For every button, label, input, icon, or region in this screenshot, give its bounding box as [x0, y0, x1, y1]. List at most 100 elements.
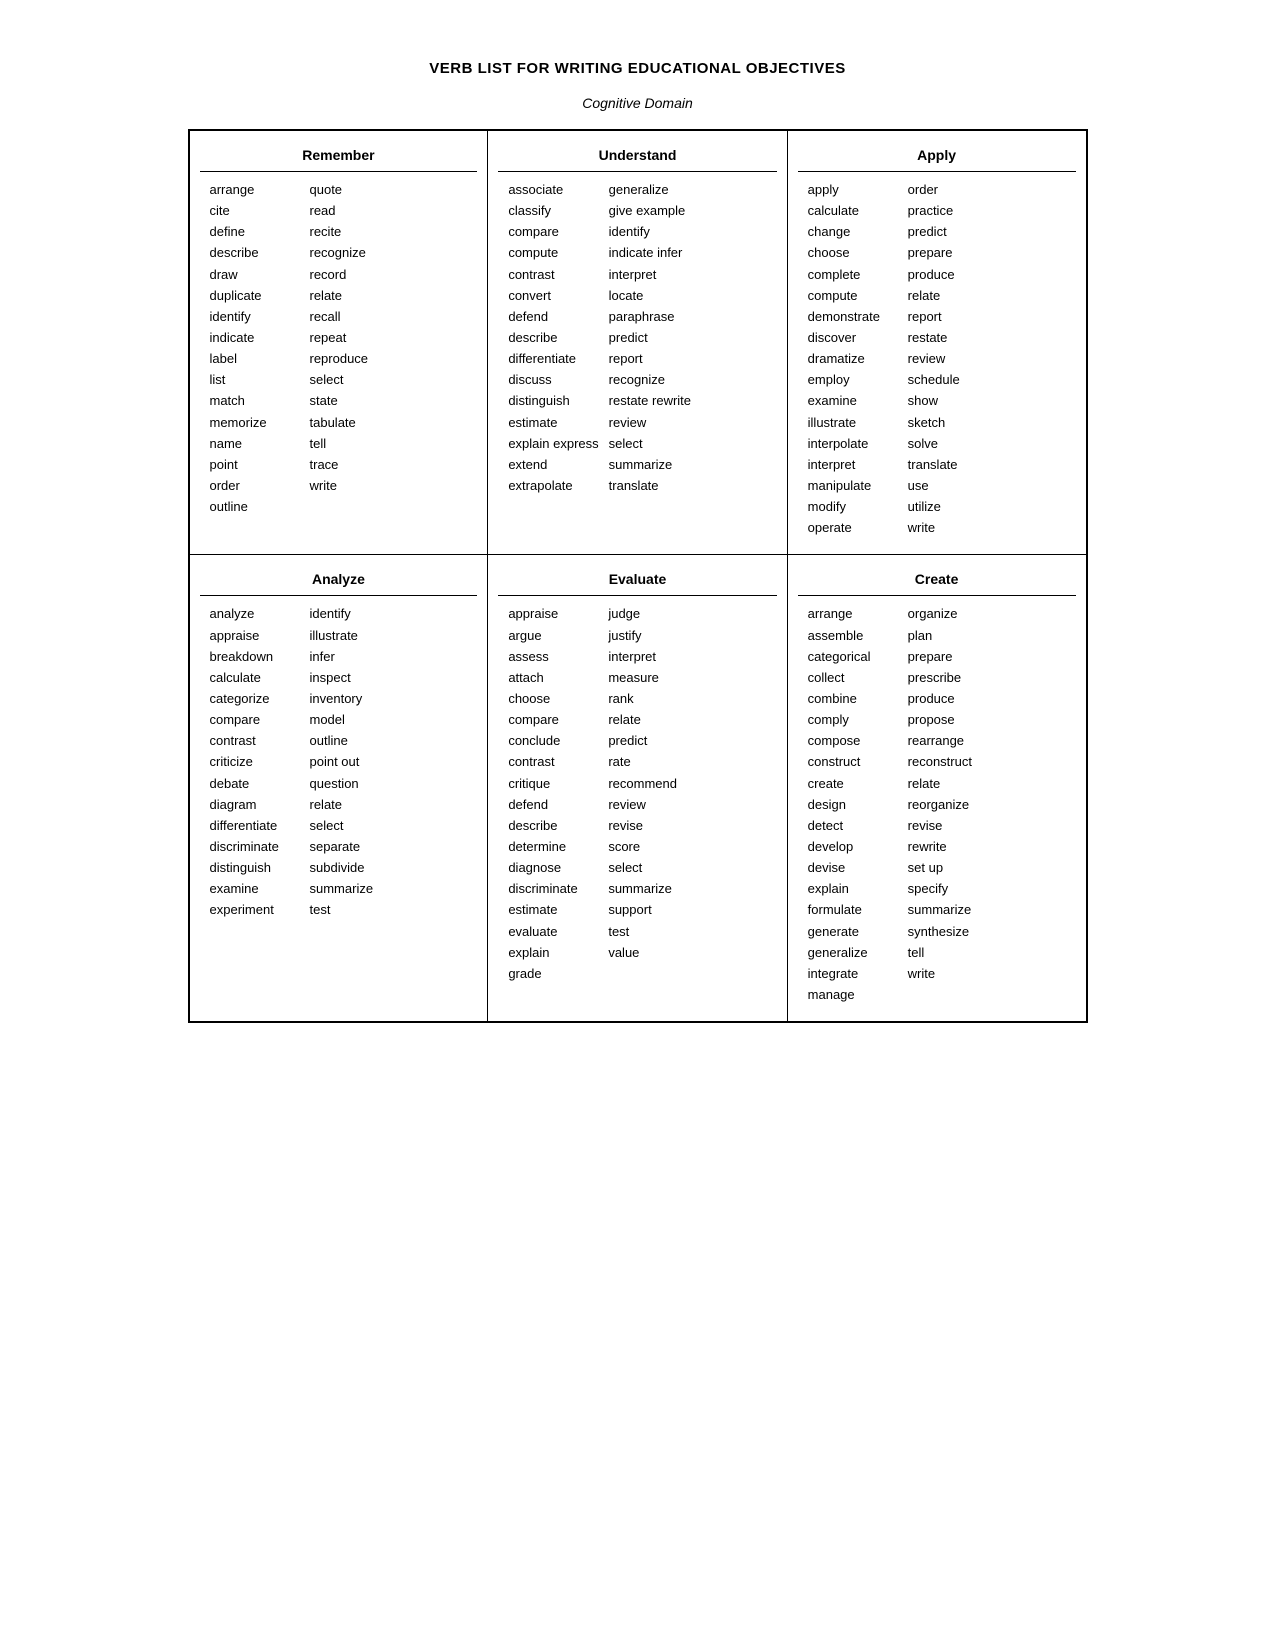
list-item: list: [210, 370, 300, 390]
list-item: produce: [908, 689, 998, 709]
list-item: name: [210, 434, 300, 454]
list-item: translate: [908, 455, 998, 475]
list-item: arrange: [210, 180, 300, 200]
list-item: plan: [908, 626, 998, 646]
list-item: relate: [908, 286, 998, 306]
list-item: indicate infer: [609, 243, 699, 263]
list-item: recognize: [310, 243, 400, 263]
list-item: recommend: [608, 774, 698, 794]
list-item: differentiate: [508, 349, 598, 369]
evaluate-col2: judgejustifyinterpretmeasurerankrelatepr…: [608, 604, 698, 984]
list-item: summarize: [609, 455, 699, 475]
list-item: quote: [310, 180, 400, 200]
list-item: support: [608, 900, 698, 920]
list-item: categorize: [210, 689, 300, 709]
list-item: inventory: [310, 689, 400, 709]
list-item: revise: [608, 816, 698, 836]
list-item: contrast: [508, 752, 598, 772]
list-item: predict: [908, 222, 998, 242]
list-item: convert: [508, 286, 598, 306]
list-item: score: [608, 837, 698, 857]
list-item: defend: [508, 795, 598, 815]
list-item: appraise: [210, 626, 300, 646]
list-item: extrapolate: [508, 476, 598, 496]
list-item: tell: [908, 943, 998, 963]
list-item: translate: [609, 476, 699, 496]
understand-header: Understand: [498, 139, 776, 172]
list-item: rank: [608, 689, 698, 709]
list-item: review: [608, 795, 698, 815]
list-item: test: [608, 922, 698, 942]
list-item: select: [310, 816, 400, 836]
list-item: diagnose: [508, 858, 598, 878]
list-item: outline: [310, 731, 400, 751]
list-item: rearrange: [908, 731, 998, 751]
list-item: appraise: [508, 604, 598, 624]
list-item: recite: [310, 222, 400, 242]
list-item: recall: [310, 307, 400, 327]
remember-col2: quotereadreciterecognizerecordrelatereca…: [310, 180, 400, 517]
list-item: debate: [210, 774, 300, 794]
list-item: distinguish: [508, 391, 598, 411]
list-item: arrange: [808, 604, 898, 624]
list-item: modify: [808, 497, 898, 517]
sub-title: Cognitive Domain: [188, 95, 1088, 111]
understand-content: associateclassifycomparecomputecontrastc…: [508, 180, 766, 496]
list-item: prepare: [908, 647, 998, 667]
list-item: discriminate: [508, 879, 598, 899]
list-item: produce: [908, 265, 998, 285]
list-item: devise: [808, 858, 898, 878]
list-item: separate: [310, 837, 400, 857]
list-item: integrate: [808, 964, 898, 984]
list-item: review: [609, 413, 699, 433]
list-item: breakdown: [210, 647, 300, 667]
list-item: predict: [608, 731, 698, 751]
list-item: value: [608, 943, 698, 963]
list-item: relate: [908, 774, 998, 794]
list-item: relate: [608, 710, 698, 730]
main-table: Remember arrangecitedefinedescribedrawdu…: [188, 129, 1088, 1023]
list-item: revise: [908, 816, 998, 836]
list-item: duplicate: [210, 286, 300, 306]
list-item: memorize: [210, 413, 300, 433]
list-item: label: [210, 349, 300, 369]
list-item: read: [310, 201, 400, 221]
list-item: define: [210, 222, 300, 242]
list-item: show: [908, 391, 998, 411]
create-col1: arrangeassemblecategoricalcollectcombine…: [808, 604, 898, 1005]
list-item: examine: [808, 391, 898, 411]
list-item: estimate: [508, 900, 598, 920]
list-item: rewrite: [908, 837, 998, 857]
list-item: restate: [908, 328, 998, 348]
list-item: tabulate: [310, 413, 400, 433]
list-item: sketch: [908, 413, 998, 433]
list-item: distinguish: [210, 858, 300, 878]
list-item: outline: [210, 497, 300, 517]
list-item: operate: [808, 518, 898, 538]
list-item: assemble: [808, 626, 898, 646]
list-item: contrast: [508, 265, 598, 285]
list-item: complete: [808, 265, 898, 285]
list-item: demonstrate: [808, 307, 898, 327]
list-item: point: [210, 455, 300, 475]
list-item: inspect: [310, 668, 400, 688]
list-item: justify: [608, 626, 698, 646]
evaluate-col1: appraiseargueassessattachchoosecompareco…: [508, 604, 598, 984]
analyze-col1: analyzeappraisebreakdowncalculatecategor…: [210, 604, 300, 920]
analyze-content: analyzeappraisebreakdowncalculatecategor…: [210, 604, 468, 920]
list-item: measure: [608, 668, 698, 688]
list-item: apply: [808, 180, 898, 200]
list-item: write: [908, 964, 998, 984]
list-item: design: [808, 795, 898, 815]
list-item: organize: [908, 604, 998, 624]
list-item: illustrate: [808, 413, 898, 433]
list-item: record: [310, 265, 400, 285]
list-item: discriminate: [210, 837, 300, 857]
list-item: collect: [808, 668, 898, 688]
list-item: review: [908, 349, 998, 369]
list-item: reorganize: [908, 795, 998, 815]
remember-header: Remember: [200, 139, 478, 172]
list-item: generalize: [808, 943, 898, 963]
list-item: restate rewrite: [609, 391, 699, 411]
main-title: VERB LIST FOR WRITING EDUCATIONAL OBJECT…: [188, 60, 1088, 77]
